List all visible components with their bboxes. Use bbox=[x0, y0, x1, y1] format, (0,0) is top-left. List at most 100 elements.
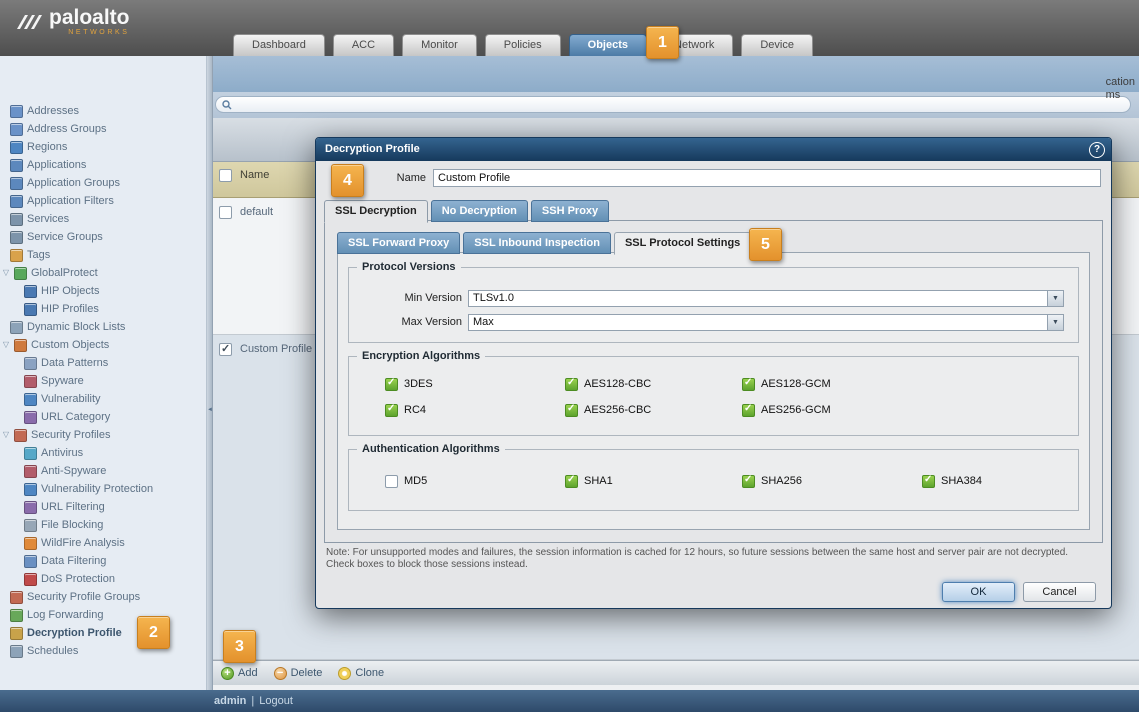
sidebar-item-spyware[interactable]: Spyware bbox=[0, 372, 206, 390]
search-box[interactable] bbox=[215, 96, 1131, 113]
search-input[interactable] bbox=[236, 97, 1124, 112]
sidebar-item-dos-protection[interactable]: DoS Protection bbox=[0, 570, 206, 588]
sidebar-item-url-category[interactable]: URL Category bbox=[0, 408, 206, 426]
sha256-checkbox[interactable]: SHA256 bbox=[742, 474, 922, 488]
min-version-value[interactable]: TLSv1.0 bbox=[468, 290, 1047, 307]
aes128-gcm-checkbox[interactable]: AES128-GCM bbox=[742, 377, 1070, 391]
dialog-tab-ssl-decryption[interactable]: SSL Decryption bbox=[324, 200, 428, 223]
checkbox-checked-icon[interactable] bbox=[742, 475, 755, 488]
clone-button[interactable]: Clone bbox=[338, 667, 384, 680]
sidebar-item-applications[interactable]: Applications bbox=[0, 156, 206, 174]
sidebar-item-data-patterns[interactable]: Data Patterns bbox=[0, 354, 206, 372]
dialog-tab-no-decryption[interactable]: No Decryption bbox=[431, 200, 528, 222]
sidebar-item-address-groups[interactable]: Address Groups bbox=[0, 120, 206, 138]
sidebar-item-application-filters[interactable]: Application Filters bbox=[0, 192, 206, 210]
sidebar-item-anti-spyware[interactable]: Anti-Spyware bbox=[0, 462, 206, 480]
sidebar-item-log-forwarding[interactable]: Log Forwarding bbox=[0, 606, 206, 624]
sidebar-item-dynamic-block-lists[interactable]: Dynamic Block Lists bbox=[0, 318, 206, 336]
sidebar-item-data-filtering[interactable]: Data Filtering bbox=[0, 552, 206, 570]
min-version-select[interactable]: TLSv1.0 bbox=[468, 290, 1064, 307]
checkbox-checked-icon[interactable] bbox=[742, 378, 755, 391]
checkbox-checked-icon[interactable] bbox=[742, 404, 755, 417]
sidebar-item-vulnerability[interactable]: Vulnerability bbox=[0, 390, 206, 408]
checkbox-checked-icon[interactable] bbox=[565, 404, 578, 417]
sidebar-item-services[interactable]: Services bbox=[0, 210, 206, 228]
decryption-profile-dialog: Decryption Profile ? Name SSL Decryption… bbox=[315, 137, 1112, 609]
clipped-header-line-1: cation bbox=[1106, 76, 1135, 89]
aes128-cbc-checkbox[interactable]: AES128-CBC bbox=[565, 377, 742, 391]
tab-dashboard[interactable]: Dashboard bbox=[233, 34, 325, 56]
sidebar-item-wildfire-analysis[interactable]: WildFire Analysis bbox=[0, 534, 206, 552]
min-version-dropdown-icon[interactable] bbox=[1047, 290, 1064, 307]
tab-monitor[interactable]: Monitor bbox=[402, 34, 477, 56]
sidebar-item-security-profiles[interactable]: Security Profiles bbox=[0, 426, 206, 444]
sidebar-item-label: Regions bbox=[27, 141, 67, 153]
sidebar-item-antivirus[interactable]: Antivirus bbox=[0, 444, 206, 462]
checkbox-checked-icon[interactable] bbox=[385, 378, 398, 391]
md5-checkbox[interactable]: MD5 bbox=[385, 474, 565, 488]
expand-arrow-icon[interactable] bbox=[2, 269, 10, 277]
sidebar-item-addresses[interactable]: Addresses bbox=[0, 102, 206, 120]
sidebar-item-label: Application Groups bbox=[27, 177, 120, 189]
sidebar-item-label: Spyware bbox=[41, 375, 84, 387]
max-version-select[interactable]: Max bbox=[468, 314, 1064, 331]
delete-button[interactable]: Delete bbox=[274, 667, 323, 680]
sidebar-list: AddressesAddress Groups Regions Applicatio… bbox=[0, 102, 206, 660]
sha384-checkbox[interactable]: SHA384 bbox=[922, 474, 1070, 488]
tab-device[interactable]: Device bbox=[741, 34, 813, 56]
expand-arrow-icon[interactable] bbox=[2, 341, 10, 349]
delete-button-label: Delete bbox=[291, 667, 323, 679]
dialog-title-bar[interactable]: Decryption Profile ? bbox=[316, 138, 1111, 161]
paloalto-logo: paloalto NETWORKS bbox=[14, 8, 130, 36]
name-input[interactable] bbox=[433, 169, 1101, 187]
dialog-subtab-ssl-forward-proxy[interactable]: SSL Forward Proxy bbox=[337, 232, 460, 254]
max-version-dropdown-icon[interactable] bbox=[1047, 314, 1064, 331]
sidebar-item-label: Schedules bbox=[27, 645, 78, 657]
tab-policies[interactable]: Policies bbox=[485, 34, 561, 56]
sidebar-item-schedules[interactable]: Schedules bbox=[0, 642, 206, 660]
sidebar-item-url-filtering[interactable]: URL Filtering bbox=[0, 498, 206, 516]
wildfire-analysis-icon bbox=[24, 537, 37, 550]
checkbox-unchecked-icon[interactable] bbox=[385, 475, 398, 488]
checkbox-checked-icon[interactable] bbox=[565, 378, 578, 391]
cancel-button[interactable]: Cancel bbox=[1023, 582, 1096, 602]
security-profile-groups-icon bbox=[10, 591, 23, 604]
tab-objects[interactable]: Objects bbox=[569, 34, 647, 56]
aes256-gcm-checkbox[interactable]: AES256-GCM bbox=[742, 403, 1070, 417]
dialog-tab-ssh-proxy[interactable]: SSH Proxy bbox=[531, 200, 609, 222]
sidebar-item-tags[interactable]: Tags bbox=[0, 246, 206, 264]
sidebar-item-hip-objects[interactable]: HIP Objects bbox=[0, 282, 206, 300]
sidebar-item-regions[interactable]: Regions bbox=[0, 138, 206, 156]
sidebar-item-vulnerability-protection[interactable]: Vulnerability Protection bbox=[0, 480, 206, 498]
sidebar-item-application-groups[interactable]: Application Groups bbox=[0, 174, 206, 192]
max-version-value[interactable]: Max bbox=[468, 314, 1047, 331]
logout-link[interactable]: Logout bbox=[259, 695, 293, 707]
tab-acc[interactable]: ACC bbox=[333, 34, 394, 56]
hip-objects-icon bbox=[24, 285, 37, 298]
dialog-subtab-ssl-inbound-inspection[interactable]: SSL Inbound Inspection bbox=[463, 232, 611, 254]
rc4-checkbox[interactable]: RC4 bbox=[385, 403, 565, 417]
checkbox-checked-icon[interactable] bbox=[385, 404, 398, 417]
expand-arrow-icon[interactable] bbox=[2, 431, 10, 439]
3des-checkbox[interactable]: 3DES bbox=[385, 377, 565, 391]
checkbox-checked-icon[interactable] bbox=[565, 475, 578, 488]
checkbox-checked-icon[interactable] bbox=[922, 475, 935, 488]
row-checkbox-unchecked[interactable] bbox=[219, 206, 232, 219]
checkbox-label: SHA1 bbox=[584, 475, 613, 487]
sidebar-item-decryption-profile[interactable]: Decryption Profile bbox=[0, 624, 206, 642]
sidebar-item-file-blocking[interactable]: File Blocking bbox=[0, 516, 206, 534]
application-groups-icon bbox=[10, 177, 23, 190]
help-icon[interactable]: ? bbox=[1089, 142, 1105, 158]
sha1-checkbox[interactable]: SHA1 bbox=[565, 474, 742, 488]
dialog-subtab-ssl-protocol-settings[interactable]: SSL Protocol Settings bbox=[614, 232, 751, 255]
sidebar-item-security-profile-groups[interactable]: Security Profile Groups bbox=[0, 588, 206, 606]
select-all-checkbox[interactable] bbox=[219, 169, 232, 182]
sidebar-item-globalprotect[interactable]: GlobalProtect bbox=[0, 264, 206, 282]
aes256-cbc-checkbox[interactable]: AES256-CBC bbox=[565, 403, 742, 417]
sidebar-item-hip-profiles[interactable]: HIP Profiles bbox=[0, 300, 206, 318]
add-button[interactable]: Add bbox=[221, 667, 258, 680]
row-checkbox-checked[interactable] bbox=[219, 343, 232, 356]
ok-button[interactable]: OK bbox=[942, 582, 1015, 602]
sidebar-item-custom-objects[interactable]: Custom Objects bbox=[0, 336, 206, 354]
sidebar-item-service-groups[interactable]: Service Groups bbox=[0, 228, 206, 246]
